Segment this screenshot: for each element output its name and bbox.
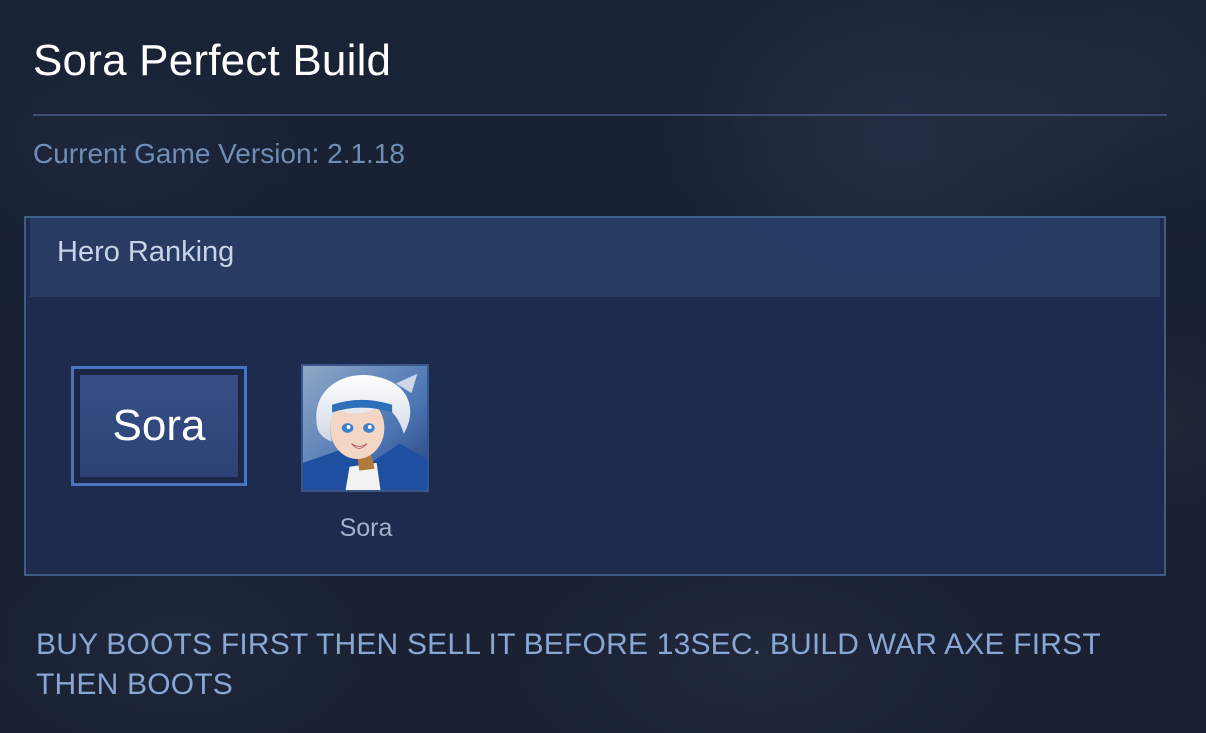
build-tip-text: BUY BOOTS FIRST THEN SELL IT BEFORE 13SE… [36, 628, 1101, 701]
hero-portrait-icon [301, 364, 429, 492]
hero-ranking-title: Hero Ranking [57, 236, 235, 268]
hero-name-button[interactable]: Sora [71, 366, 247, 486]
title-divider [33, 114, 1167, 116]
hero-ranking-panel: Hero Ranking Sora Sora [24, 216, 1166, 576]
game-version-value: 2.1.18 [327, 138, 405, 169]
hero-card-name: Sora [339, 514, 393, 542]
hero-ranking-header: Hero Ranking [30, 218, 1160, 297]
hero-card[interactable]: Sora [301, 364, 431, 543]
game-version: Current Game Version: 2.1.18 [33, 138, 405, 170]
hero-name-button-label: Sora [78, 373, 240, 479]
game-version-label: Current Game Version: [33, 138, 328, 169]
page-title: Sora Perfect Build [33, 36, 392, 85]
page-content: Sora Perfect Build Current Game Version:… [0, 0, 1206, 733]
